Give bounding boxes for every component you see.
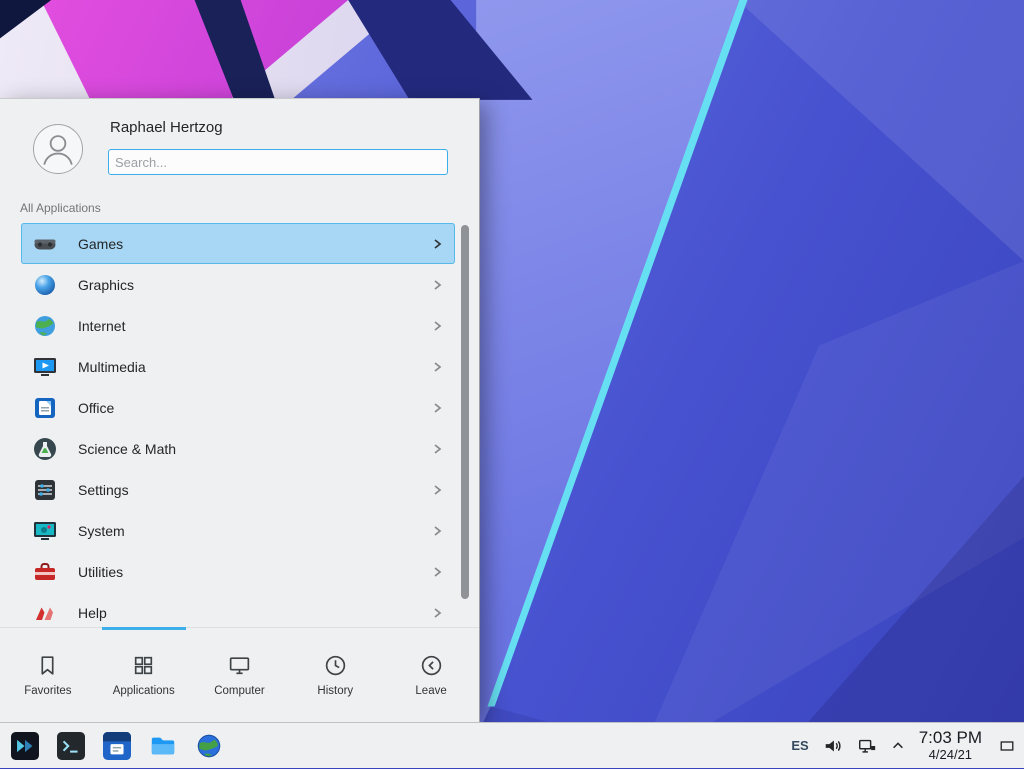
user-name: Raphael Hertzog — [110, 119, 223, 136]
globe-icon — [32, 313, 58, 339]
category-row-utilities[interactable]: Utilities — [21, 551, 455, 592]
gamepad-icon — [32, 231, 58, 257]
chevron-right-icon — [431, 566, 443, 578]
category-row-science-math[interactable]: Science & Math — [21, 428, 455, 469]
scrollbar-thumb[interactable] — [461, 225, 469, 599]
tab-computer[interactable]: Computer — [192, 628, 288, 722]
text-editor-icon[interactable] — [102, 731, 132, 761]
help-icon — [32, 600, 58, 626]
category-row-office[interactable]: Office — [21, 387, 455, 428]
keyboard-layout-indicator[interactable]: ES — [791, 738, 808, 753]
section-label: All Applications — [20, 201, 101, 215]
chevron-right-icon — [431, 402, 443, 414]
category-row-graphics[interactable]: Graphics — [21, 264, 455, 305]
chevron-right-icon — [431, 607, 443, 619]
terminal-icon[interactable] — [56, 731, 86, 761]
chevron-right-icon — [431, 238, 443, 250]
tab-label: Leave — [415, 685, 446, 697]
tab-label: Favorites — [24, 685, 71, 697]
history-clock-icon — [323, 653, 348, 678]
launcher-tab-bar: Favorites Applications Computer — [0, 627, 479, 722]
clock-date: 4/24/21 — [919, 748, 982, 763]
browser-icon[interactable] — [194, 731, 224, 761]
expand-tray-caret-icon[interactable] — [891, 739, 905, 753]
tab-applications[interactable]: Applications — [96, 628, 192, 722]
utilities-toolbox-icon — [32, 559, 58, 585]
system-tray: ES 7:03 PM 4/24/21 — [791, 723, 1024, 769]
clock-time: 7:03 PM — [919, 728, 982, 748]
application-launcher-menu: Raphael Hertzog All Applications Games — [0, 98, 480, 722]
category-row-system[interactable]: System — [21, 510, 455, 551]
category-label: Help — [78, 605, 107, 621]
graphics-sphere-icon — [32, 272, 58, 298]
category-row-multimedia[interactable]: Multimedia — [21, 346, 455, 387]
category-row-settings[interactable]: Settings — [21, 469, 455, 510]
chevron-right-icon — [431, 279, 443, 291]
person-icon — [35, 126, 81, 172]
office-document-icon — [32, 395, 58, 421]
user-avatar[interactable] — [33, 124, 83, 174]
show-desktop-button[interactable] — [996, 723, 1018, 769]
category-label: Internet — [78, 318, 125, 334]
file-manager-icon[interactable] — [148, 731, 178, 761]
taskbar: ES 7:03 PM 4/24/21 — [0, 722, 1024, 768]
search-input[interactable] — [108, 149, 448, 175]
category-label: Utilities — [78, 564, 123, 580]
computer-icon — [227, 653, 252, 678]
show-desktop-icon — [999, 738, 1015, 754]
grid-icon — [131, 653, 156, 678]
tab-label: Applications — [113, 685, 175, 697]
category-label: Office — [78, 400, 114, 416]
launcher-header: Raphael Hertzog — [0, 99, 479, 209]
category-label: Games — [78, 236, 123, 252]
category-row-games[interactable]: Games — [21, 223, 455, 264]
category-label: Multimedia — [78, 359, 146, 375]
system-monitor-icon — [32, 518, 58, 544]
tab-leave[interactable]: Leave — [383, 628, 479, 722]
chevron-right-icon — [431, 320, 443, 332]
science-flask-icon — [32, 436, 58, 462]
digital-clock[interactable]: 7:03 PM 4/24/21 — [919, 728, 982, 762]
category-label: Settings — [78, 482, 129, 498]
settings-sliders-icon — [32, 477, 58, 503]
category-row-internet[interactable]: Internet — [21, 305, 455, 346]
kali-menu-icon[interactable] — [10, 731, 40, 761]
chevron-right-icon — [431, 525, 443, 537]
category-label: System — [78, 523, 125, 539]
taskbar-launchers — [0, 731, 224, 761]
app-category-list: Games Graphics Internet — [0, 223, 479, 633]
tab-label: History — [317, 685, 353, 697]
chevron-right-icon — [431, 484, 443, 496]
multimedia-monitor-icon — [32, 354, 58, 380]
leave-icon — [419, 653, 444, 678]
chevron-right-icon — [431, 361, 443, 373]
bookmark-icon — [35, 653, 60, 678]
chevron-right-icon — [431, 443, 443, 455]
category-label: Science & Math — [78, 441, 176, 457]
tab-history[interactable]: History — [287, 628, 383, 722]
wired-network-icon[interactable] — [857, 736, 877, 756]
volume-icon[interactable] — [823, 736, 843, 756]
tab-favorites[interactable]: Favorites — [0, 628, 96, 722]
category-label: Graphics — [78, 277, 134, 293]
tab-label: Computer — [214, 685, 265, 697]
